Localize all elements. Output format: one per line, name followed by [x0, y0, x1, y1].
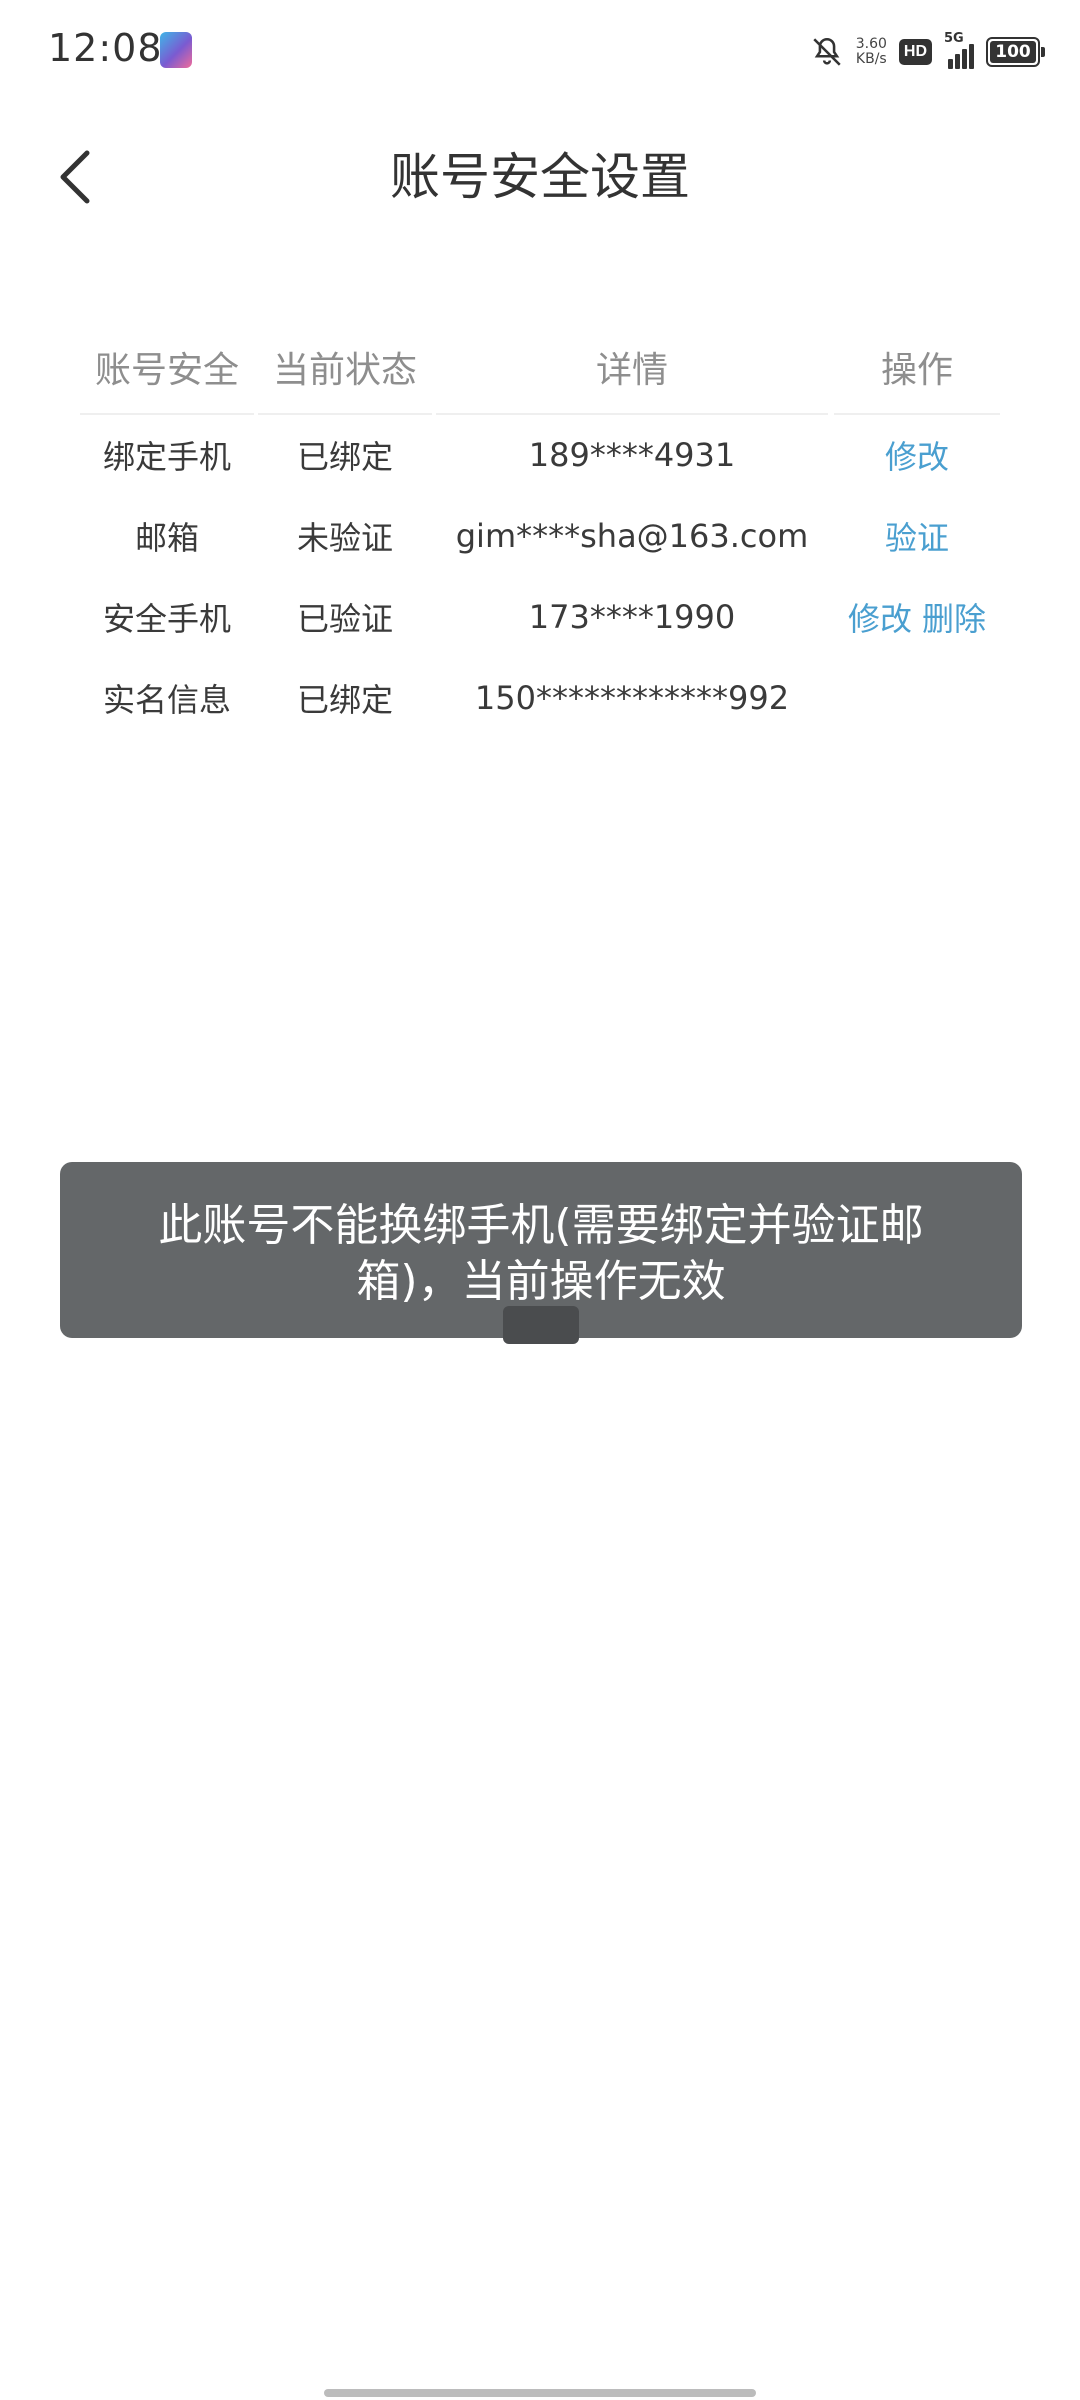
header: 账号安全设置 [0, 120, 1080, 230]
home-indicator[interactable] [324, 2389, 756, 2397]
modify-security-phone-button[interactable]: 修改 [848, 600, 912, 638]
delete-security-phone-button[interactable]: 删除 [922, 600, 986, 638]
toast-line-2: 箱)，当前操作无效 [356, 1256, 726, 1307]
row-detail: 189****4931 [528, 435, 736, 474]
toast-line-1: 此账号不能换绑手机(需要绑定并验证邮 [158, 1200, 924, 1251]
network-type-label: 5G [944, 31, 964, 46]
verify-email-button[interactable]: 验证 [885, 519, 949, 557]
bell-off-icon [813, 37, 841, 66]
net-speed-unit: KB/s [855, 51, 887, 67]
row-detail: 150************992 [474, 678, 790, 717]
row-detail: 173****1990 [528, 597, 736, 636]
row-item-label: 邮箱 [134, 518, 199, 557]
row-actions: 修改 删除 [834, 594, 1000, 640]
row-item-label: 实名信息 [102, 680, 231, 719]
row-status: 已绑定 [296, 437, 393, 476]
column-header-item: 账号安全 [80, 329, 254, 415]
app-icon [160, 32, 192, 68]
row-item-label: 绑定手机 [102, 437, 231, 476]
battery-level: 100 [995, 42, 1031, 62]
column-header-detail: 详情 [436, 329, 828, 415]
row-status: 已绑定 [296, 680, 393, 719]
status-bar: 12:08 3.60 KB/s HD 5G 100 [0, 0, 1080, 100]
table-row-security-phone: 安全手机 已验证 173****1990 修改 删除 [80, 576, 1010, 657]
column-header-status: 当前状态 [258, 329, 432, 415]
row-item-label: 安全手机 [102, 599, 231, 638]
row-actions: 验证 [834, 513, 1000, 559]
status-time: 12:08 [48, 26, 163, 70]
row-status: 未验证 [296, 518, 393, 557]
status-icons: 3.60 KB/s HD 5G 100 [810, 30, 1045, 74]
modify-bound-phone-button[interactable]: 修改 [885, 438, 949, 476]
table-row-email: 邮箱 未验证 gim****sha@163.com 验证 [80, 495, 1010, 576]
row-status: 已验证 [296, 599, 393, 638]
net-speed-value: 3.60 [855, 36, 887, 52]
column-header-action: 操作 [834, 329, 1000, 415]
net-speed: 3.60 KB/s [856, 37, 887, 67]
row-detail: gim****sha@163.com [455, 516, 809, 555]
toast-handle [503, 1306, 579, 1344]
table-header-row: 账号安全 当前状态 详情 操作 [80, 329, 1010, 415]
battery-icon: 100 [986, 37, 1045, 67]
hd-badge: HD [898, 39, 932, 65]
signal-icon: 5G [944, 31, 974, 69]
row-actions: 修改 [834, 432, 1000, 478]
table-row-bound-phone: 绑定手机 已绑定 189****4931 修改 [80, 414, 1010, 495]
page-title: 账号安全设置 [390, 148, 690, 206]
table-row-real-name: 实名信息 已绑定 150************992 [80, 657, 1010, 738]
account-security-table: 账号安全 当前状态 详情 操作 绑定手机 已绑定 189****4931 修改 … [80, 330, 1010, 738]
